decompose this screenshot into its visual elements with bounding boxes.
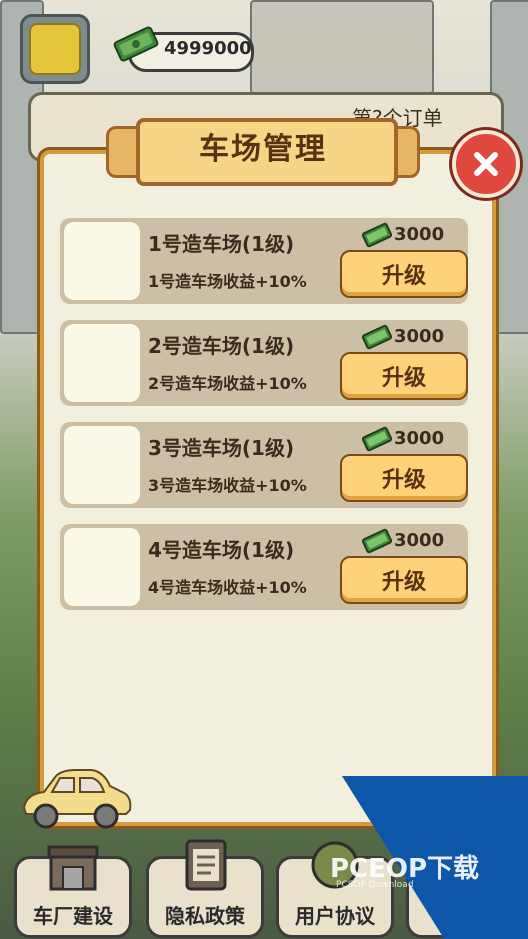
currency-amount: 4999000 (164, 38, 252, 59)
garage-description: 1号造车场收益+10% (148, 272, 307, 291)
garage-name: 2号造车场(1级) (148, 334, 295, 358)
garage-row-2: 2号造车场(1级) 2号造车场收益+10% 3000 升级 (60, 320, 468, 406)
factory-icon (47, 845, 99, 891)
garage-thumbnail (64, 222, 140, 300)
watermark-subtext: PCSOP Download (336, 880, 414, 890)
nav-label: 车厂建设 (33, 904, 113, 928)
garage-row-4: 4号造车场(1级) 4号造车场收益+10% 3000 升级 (60, 524, 468, 610)
car-icon (22, 769, 132, 829)
upgrade-cost: 3000 (362, 222, 466, 248)
upgrade-cost: 3000 (362, 528, 466, 554)
cost-value: 3000 (394, 224, 445, 245)
background-building-top (250, 0, 434, 94)
avatar-character-icon (29, 23, 81, 75)
nav-privacy-policy[interactable]: 隐私政策 (146, 839, 264, 938)
nav-label: 隐私政策 (165, 904, 245, 928)
money-icon (362, 222, 392, 248)
dialog-title-board: 车场管理 (106, 112, 420, 186)
garage-description: 3号造车场收益+10% (148, 476, 307, 495)
upgrade-button[interactable]: 升级 (340, 352, 468, 400)
garage-name: 4号造车场(1级) (148, 538, 295, 562)
document-icon (185, 839, 227, 891)
garage-name: 1号造车场(1级) (148, 232, 295, 256)
garage-name: 3号造车场(1级) (148, 436, 295, 460)
garage-row-3: 3号造车场(1级) 3号造车场收益+10% 3000 升级 (60, 422, 468, 508)
money-icon (362, 528, 392, 554)
garage-description: 4号造车场收益+10% (148, 578, 307, 597)
garage-description: 2号造车场收益+10% (148, 374, 307, 393)
money-icon (113, 26, 159, 62)
money-icon (362, 324, 392, 350)
nav-factory-build[interactable]: 车厂建设 (14, 845, 132, 938)
garage-thumbnail (64, 528, 140, 606)
garage-thumbnail (64, 426, 140, 504)
player-avatar[interactable] (20, 14, 90, 84)
upgrade-cost: 3000 (362, 426, 466, 452)
upgrade-button[interactable]: 升级 (340, 556, 468, 604)
garage-row-1: 1号造车场(1级) 1号造车场收益+10% 3000 升级 (60, 218, 468, 304)
money-icon (362, 426, 392, 452)
upgrade-button[interactable]: 升级 (340, 454, 468, 502)
upgrade-button[interactable]: 升级 (340, 250, 468, 298)
nav-label: 用户协议 (295, 904, 375, 928)
cost-value: 3000 (394, 428, 445, 449)
upgrade-cost: 3000 (362, 324, 466, 350)
garage-thumbnail (64, 324, 140, 402)
close-icon (474, 152, 498, 176)
cost-value: 3000 (394, 326, 445, 347)
dialog-title: 车场管理 (199, 132, 327, 167)
close-button[interactable] (452, 130, 520, 198)
cost-value: 3000 (394, 530, 445, 551)
